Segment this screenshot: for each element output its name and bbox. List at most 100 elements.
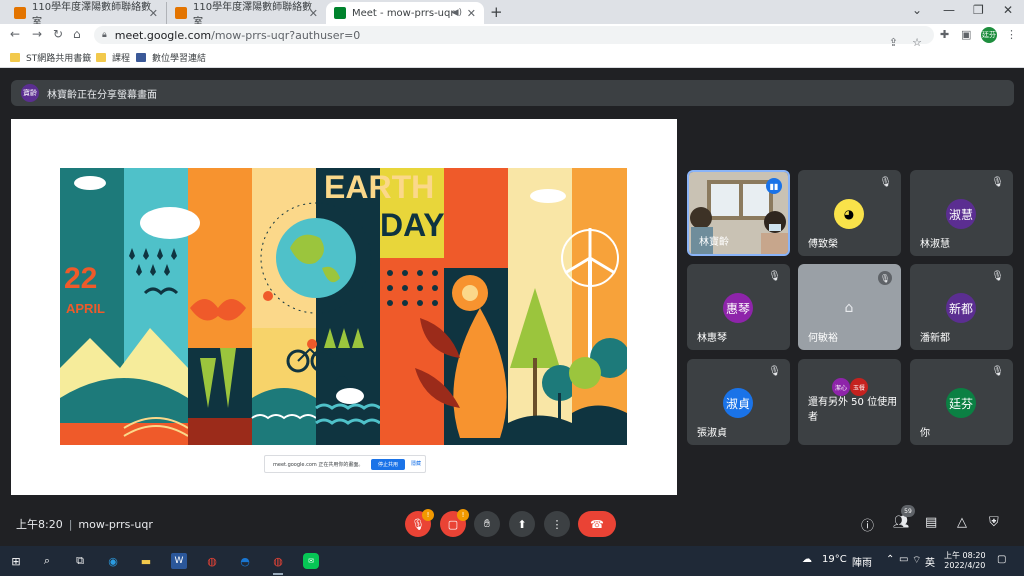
participant-avatar: 新都 [946, 293, 976, 323]
network-icon[interactable]: ⌔ [912, 554, 921, 567]
speaking-indicator-icon: ▮▮ [766, 178, 782, 194]
snoopy-avatar-image: ◕ [834, 199, 864, 229]
browser-tab-classroom-1[interactable]: 110學年度澤陽數師聯絡數室 ✕ [6, 2, 166, 28]
participant-name: 林惠琴 [697, 333, 727, 344]
webex-icon[interactable]: ◓ [237, 553, 253, 569]
participant-tile[interactable]: 淑慧 🎙︎ 林淑慧 [910, 170, 1013, 256]
present-screen-icon: ⬆ [517, 517, 527, 531]
word-icon[interactable]: W [171, 553, 187, 569]
close-tab-icon[interactable]: ✕ [467, 7, 476, 20]
profile-avatar[interactable]: 廷芬 [981, 27, 997, 43]
side-panel-icon[interactable]: ▣ [961, 28, 971, 41]
earth-day-poster: 22 APRIL EARTH DAY [60, 168, 627, 445]
people-icon[interactable]: 👥︎ [893, 515, 910, 530]
reload-icon[interactable]: ↻ [53, 27, 63, 41]
mic-off-icon: 🎙︎ [411, 517, 425, 531]
participant-tile[interactable]: 新都 🎙︎ 潘新都 [910, 264, 1013, 350]
participant-name: 林寶齡 [699, 237, 729, 248]
chrome-icon[interactable]: ◍ [204, 553, 220, 569]
notification-icon[interactable]: ▢ [997, 554, 1006, 565]
weather-icon[interactable]: ☁ [802, 554, 812, 565]
clock-time: 上午 08:20 [944, 551, 986, 560]
bookmark-label: 數位學習連結 [152, 54, 207, 64]
bookmark-label: 課程 [112, 54, 131, 64]
camera-off-icon: ▢ [447, 517, 459, 531]
placeholder-person-icon: ⌂ [844, 300, 854, 316]
participant-name: 何敏裕 [808, 333, 838, 344]
home-icon[interactable]: ⌂ [73, 27, 81, 41]
participant-tile[interactable]: ⌂ 🎙︎ 何敏裕 [798, 264, 901, 350]
menu-kebab-icon[interactable]: ⋮ [1006, 28, 1017, 41]
participant-tile[interactable]: ◕ 🎙︎ 傅致榮 [798, 170, 901, 256]
mic-off-icon: 🎙︎ [991, 366, 1004, 377]
screen-share-notice: meet.google.com 正在共用你的畫面。 停止共用 隱藏 [264, 455, 426, 473]
chat-icon[interactable]: ▤ [925, 515, 937, 530]
bookmark-shared[interactable]: ST網路共用書籤 [10, 51, 91, 64]
task-view-icon[interactable]: ⧉ [72, 553, 88, 569]
windows-taskbar: ⊞ ⌕ ⧉ ◉ ▬ W ◍ ◓ ◍ ✉ ☁ 19°C 陣雨 ⌃ ▭ ⌔ 英 上午… [0, 546, 1024, 576]
stop-sharing-button[interactable]: 停止共用 [371, 459, 405, 470]
participant-tile[interactable]: 淑貞 🎙︎ 張淑貞 [687, 359, 790, 445]
close-tab-icon[interactable]: ✕ [149, 7, 158, 20]
ime-indicator[interactable]: 英 [925, 554, 935, 569]
hide-share-notice-link[interactable]: 隱藏 [411, 460, 421, 467]
file-explorer-icon[interactable]: ▬ [138, 553, 154, 569]
url-path: /mow-prrs-uqr?authuser=0 [211, 28, 361, 42]
classroom-icon [175, 7, 187, 19]
url-host: meet.google.com [114, 28, 212, 42]
camera-warning-icon[interactable]: ! [457, 509, 469, 521]
browser-tab-strip: 110學年度澤陽數師聯絡數室 ✕ 110學年度澤陽數師聯絡數室 ✕ Meet -… [0, 0, 1024, 28]
participant-avatar: 惠琴 [723, 293, 753, 323]
tab-search-chevron-icon[interactable]: ⌄ [912, 3, 922, 17]
poster-date-month: APRIL [66, 301, 105, 316]
windows-start-icon[interactable]: ⊞ [8, 553, 24, 569]
back-arrow-icon[interactable]: ← [10, 27, 20, 41]
raise-hand-button[interactable]: ✋︎ [474, 511, 500, 537]
meeting-code: mow-prrs-uqr [78, 518, 153, 531]
url-bar[interactable]: 🔒︎ meet.google.com/mow-prrs-uqr?authuser… [94, 26, 934, 49]
forward-arrow-icon[interactable]: → [32, 27, 42, 41]
battery-icon[interactable]: ▭ [899, 554, 908, 565]
mic-warning-icon[interactable]: ! [422, 509, 434, 521]
show-hidden-icons-chevron[interactable]: ⌃ [886, 554, 894, 565]
system-clock[interactable]: 上午 08:20 2022/4/20 [944, 551, 986, 571]
meeting-details-info-icon[interactable]: ⓘ [861, 515, 874, 534]
mic-off-icon: 🎙︎ [991, 271, 1004, 282]
browser-tab-meet[interactable]: Meet - mow-prrs-uqr ◀) ✕ [326, 2, 484, 24]
mic-off-icon: 🎙︎ [768, 366, 781, 377]
more-participants-label: 還有另外 50 位使用者 [808, 397, 898, 423]
host-controls-shield-icon[interactable]: ⛨ [989, 515, 999, 530]
minimize-icon[interactable]: — [943, 3, 955, 17]
participant-name: 潘新都 [920, 333, 950, 344]
window-close-icon[interactable]: ✕ [1003, 3, 1013, 17]
more-participants-tile[interactable]: 潔心 玉餐 還有另外 50 位使用者 [798, 359, 901, 445]
restore-icon[interactable]: ❐ [973, 3, 984, 17]
bookmark-course[interactable]: 課程 [96, 51, 130, 64]
hang-up-icon: ☎︎ [590, 517, 604, 531]
separator: | [68, 518, 73, 531]
bookmark-digital-learning[interactable]: 數位學習連結 [136, 51, 206, 64]
leave-call-button[interactable]: ☎︎ [578, 511, 616, 537]
more-options-button[interactable]: ⋮ [544, 511, 570, 537]
self-tile[interactable]: 廷芬 🎙︎ 你 [910, 359, 1013, 445]
search-icon[interactable]: ⌕ [39, 553, 55, 569]
line-app-icon[interactable]: ✉ [303, 553, 319, 569]
participant-tile[interactable]: 惠琴 🎙︎ 林惠琴 [687, 264, 790, 350]
bookmark-label: ST網路共用書籤 [26, 54, 92, 64]
weather-temp[interactable]: 19°C [822, 554, 847, 565]
activities-icon[interactable]: △ [957, 515, 967, 530]
chrome-active-icon[interactable]: ◍ [270, 553, 286, 575]
more-vert-icon: ⋮ [551, 517, 563, 531]
lock-icon[interactable]: 🔒︎ [102, 30, 107, 40]
new-tab-plus-icon[interactable]: + [490, 3, 503, 21]
present-now-button[interactable]: ⬆ [509, 511, 535, 537]
weather-text[interactable]: 陣雨 [852, 554, 872, 569]
participant-tile-video[interactable]: ▮▮ 林寶齡 [687, 170, 790, 256]
speaker-icon[interactable]: ◀) [452, 8, 462, 18]
extensions-puzzle-icon[interactable]: ✚ [940, 28, 949, 41]
poster-date-number: 22 [64, 262, 97, 295]
browser-tab-classroom-2[interactable]: 110學年度澤陽數師聯絡數室 ✕ [166, 2, 326, 28]
edge-browser-icon[interactable]: ◉ [105, 553, 121, 569]
close-tab-icon[interactable]: ✕ [309, 7, 318, 20]
poster-title-line2: DAY [380, 207, 445, 243]
